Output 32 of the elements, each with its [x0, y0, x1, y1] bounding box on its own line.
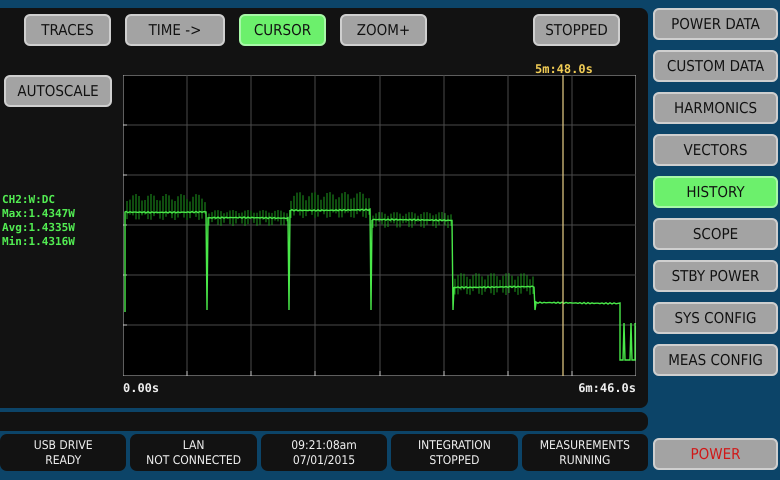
status-value: READY — [45, 452, 82, 468]
x-axis-end-label: 6m:46.0s — [578, 381, 636, 395]
autoscale-button[interactable]: AUTOSCALE — [4, 75, 112, 107]
status-value: RUNNING — [559, 452, 610, 468]
status-label: USB DRIVE — [34, 438, 93, 452]
status-label: 09:21:08am — [291, 438, 357, 452]
menu-button[interactable]: SYS CONFIG — [653, 302, 778, 334]
menu-button[interactable]: VECTORS — [653, 134, 778, 166]
status-label: LAN — [182, 438, 204, 452]
toolbar-button[interactable]: ZOOM+ — [340, 14, 427, 46]
trace-reading: CH2:W:DC — [2, 193, 56, 207]
menu-button[interactable]: POWER DATA — [653, 8, 778, 40]
menu-button[interactable]: HARMONICS — [653, 92, 778, 124]
run-state-button[interactable]: STOPPED — [533, 14, 620, 46]
toolbar-button[interactable]: TRACES — [24, 14, 111, 46]
menu-button[interactable]: MEAS CONFIG — [653, 344, 778, 376]
menu-button[interactable]: SCOPE — [653, 218, 778, 250]
menu-button[interactable]: CUSTOM DATA — [653, 50, 778, 82]
trace-reading: Max:1.4347W — [2, 207, 76, 221]
status-value: NOT CONNECTED — [146, 452, 242, 468]
trace-reading: Min:1.4316W — [2, 235, 76, 249]
status-label: INTEGRATION — [418, 438, 491, 452]
toolbar-button[interactable]: CURSOR — [239, 14, 326, 46]
toolbar-button[interactable]: TIME -> — [125, 14, 225, 46]
x-axis-start-label: 0.00s — [123, 381, 160, 395]
cursor-time-readout: 5m:48.0s — [535, 62, 593, 76]
trace-reading: Avg:1.4335W — [2, 221, 76, 235]
status-value: 07/01/2015 — [292, 452, 356, 468]
menu-button[interactable]: HISTORY — [653, 176, 778, 208]
menu-button[interactable]: STBY POWER — [653, 260, 778, 292]
status-label: MEASUREMENTS — [540, 438, 630, 452]
status-value: STOPPED — [429, 452, 480, 468]
